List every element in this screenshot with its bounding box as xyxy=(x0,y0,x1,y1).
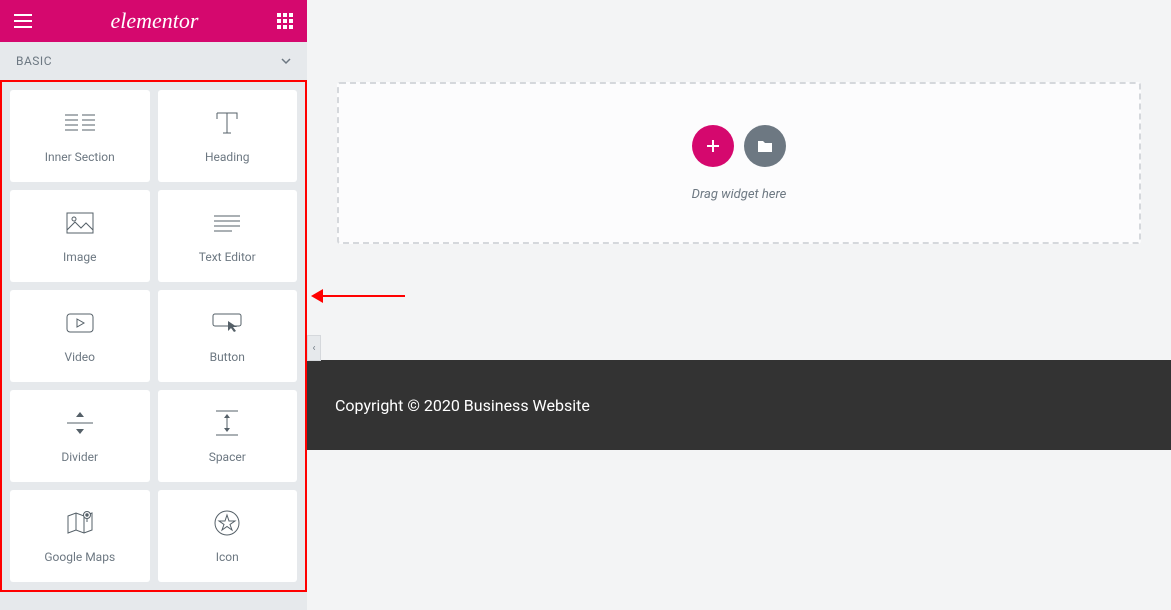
sidebar-header: elementor xyxy=(0,0,307,42)
widget-spacer[interactable]: Spacer xyxy=(158,390,298,482)
chevron-down-icon xyxy=(281,56,291,66)
widget-label: Image xyxy=(63,250,96,264)
widget-label: Video xyxy=(64,350,95,364)
heading-icon xyxy=(213,108,241,138)
star-icon xyxy=(214,508,240,538)
spacer-icon xyxy=(216,408,238,438)
widget-label: Text Editor xyxy=(199,250,256,264)
widgets-grid: Inner Section Heading Ima xyxy=(0,80,307,592)
drop-zone-buttons xyxy=(692,125,786,167)
maps-icon xyxy=(66,508,94,538)
widget-label: Heading xyxy=(205,150,250,164)
editor-canvas: Drag widget here xyxy=(307,0,1171,610)
plus-icon xyxy=(705,138,721,154)
drop-zone[interactable]: Drag widget here xyxy=(337,82,1141,244)
widget-text-editor[interactable]: Text Editor xyxy=(158,190,298,282)
widget-label: Button xyxy=(210,350,245,364)
divider-icon xyxy=(67,408,93,438)
collapse-panel-button[interactable]: ‹ xyxy=(307,335,321,361)
image-icon xyxy=(66,208,94,238)
widget-button[interactable]: Button xyxy=(158,290,298,382)
button-icon xyxy=(212,308,242,338)
widget-divider[interactable]: Divider xyxy=(10,390,150,482)
widget-image[interactable]: Image xyxy=(10,190,150,282)
columns-icon xyxy=(65,108,95,138)
widget-icon[interactable]: Icon xyxy=(158,490,298,582)
text-editor-icon xyxy=(214,208,240,238)
widget-heading[interactable]: Heading xyxy=(158,90,298,182)
widget-label: Google Maps xyxy=(44,550,115,564)
widget-video[interactable]: Video xyxy=(10,290,150,382)
page-footer: Copyright © 2020 Business Website xyxy=(307,360,1171,450)
elementor-sidebar: elementor BASIC xyxy=(0,0,307,610)
drop-hint-text: Drag widget here xyxy=(692,187,787,202)
elementor-logo: elementor xyxy=(111,8,199,34)
video-icon xyxy=(66,308,94,338)
category-basic[interactable]: BASIC xyxy=(0,42,307,80)
menu-icon[interactable] xyxy=(14,14,32,28)
widget-label: Spacer xyxy=(209,450,246,464)
widget-label: Icon xyxy=(216,550,239,564)
apps-grid-icon[interactable] xyxy=(277,13,293,29)
category-label: BASIC xyxy=(16,54,52,68)
footer-copyright: Copyright © 2020 Business Website xyxy=(335,396,590,415)
widget-inner-section[interactable]: Inner Section xyxy=(10,90,150,182)
add-section-button[interactable] xyxy=(692,125,734,167)
folder-icon xyxy=(757,139,773,153)
widget-label: Inner Section xyxy=(45,150,115,164)
template-button[interactable] xyxy=(744,125,786,167)
widget-label: Divider xyxy=(61,450,98,464)
chevron-left-icon: ‹ xyxy=(312,343,315,354)
widget-google-maps[interactable]: Google Maps xyxy=(10,490,150,582)
